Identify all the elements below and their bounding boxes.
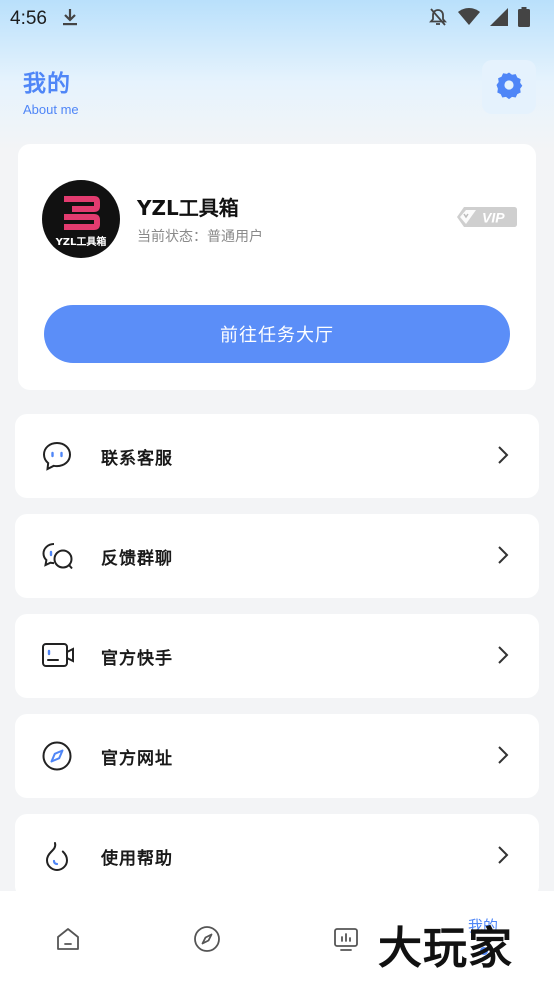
menu-item-contact-service[interactable]: 联系客服 [15, 414, 539, 498]
avatar-label: YZL工具箱 [55, 237, 107, 248]
nav-discover[interactable] [187, 921, 227, 961]
nav-home[interactable] [48, 921, 88, 961]
avatar[interactable]: YZL工具箱 [42, 180, 120, 258]
menu-item-official-website[interactable]: 官方网址 [15, 714, 539, 798]
home-icon [54, 925, 82, 957]
menu-item-feedback-group[interactable]: 反馈群聊 [15, 514, 539, 598]
wifi-icon [458, 8, 480, 30]
group-chat-icon [41, 540, 73, 572]
chevron-right-icon [497, 645, 509, 669]
menu-label: 官方网址 [101, 748, 173, 769]
gear-icon [494, 70, 524, 104]
menu-label: 联系客服 [101, 448, 173, 469]
menu-label: 使用帮助 [101, 848, 173, 869]
camera-icon [41, 640, 74, 672]
chevron-right-icon [497, 745, 509, 769]
chevron-right-icon [497, 845, 509, 869]
status-time: 4:56 [10, 8, 47, 29]
battery-icon [518, 7, 530, 31]
menu-label: 官方快手 [101, 648, 173, 669]
page-title: 我的 [23, 71, 71, 97]
signal-icon [490, 8, 508, 30]
profile-name: YZL工具箱 [137, 196, 239, 220]
compass-icon [193, 925, 221, 957]
watermark: 大玩家 [378, 923, 513, 974]
chevron-right-icon [497, 445, 509, 469]
page-header: 我的 About me [23, 64, 79, 117]
profile-card: YZL工具箱 YZL工具箱 当前状态：普通用户 VIP 前往任务大厅 [18, 144, 536, 390]
settings-button[interactable] [482, 60, 536, 114]
chevron-right-icon [497, 545, 509, 569]
notifications-off-icon [428, 7, 448, 31]
status-bar: 4:56 [0, 0, 554, 38]
menu-item-official-kuaishou[interactable]: 官方快手 [15, 614, 539, 698]
chat-bubble-icon [41, 440, 73, 472]
vip-badge: VIP [456, 206, 518, 232]
task-hall-button[interactable]: 前往任务大厅 [44, 305, 510, 363]
download-icon [61, 7, 79, 31]
menu-label: 反馈群聊 [101, 548, 173, 569]
chart-screen-icon [332, 925, 360, 957]
flame-icon [41, 840, 73, 872]
menu-item-help[interactable]: 使用帮助 [15, 814, 539, 898]
compass-icon [41, 740, 73, 772]
nav-stats[interactable] [326, 921, 366, 961]
profile-status: 当前状态：普通用户 [137, 229, 263, 245]
page-subtitle: About me [23, 102, 79, 117]
vip-badge-text: VIP [482, 210, 505, 226]
